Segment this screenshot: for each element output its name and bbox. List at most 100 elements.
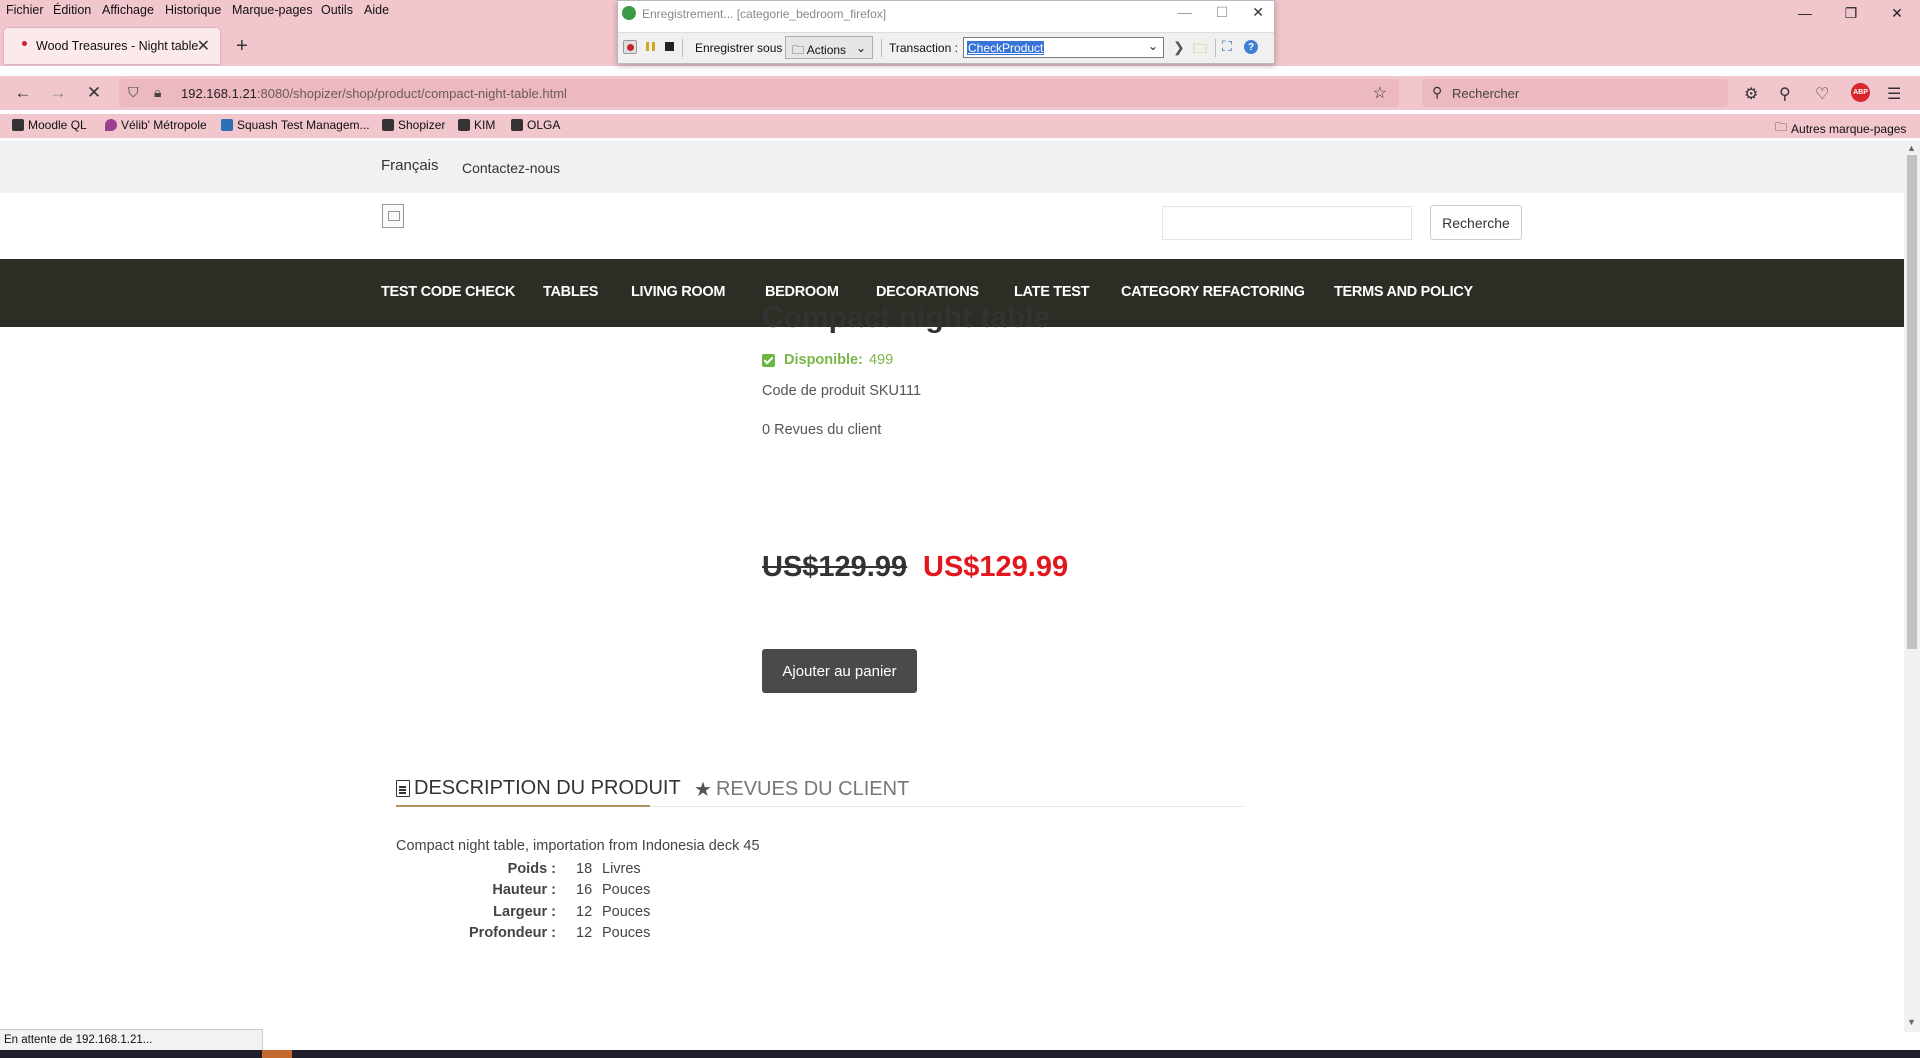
play-arrow-icon[interactable]: ❯ bbox=[1173, 39, 1185, 56]
nav-toolbar: ← → ✕ ⛉ 🔒︎ 192.168.1.21:8080/shopizer/sh… bbox=[0, 76, 1920, 110]
hamburger-menu-icon[interactable]: ☰ bbox=[1887, 84, 1901, 104]
bookmarks-toolbar: Moodle QL Vélib' Métropole Squash Test M… bbox=[0, 114, 1920, 138]
folder-page-icon bbox=[511, 119, 523, 131]
menu-file[interactable]: Fichier bbox=[6, 3, 44, 17]
chevron-down-icon[interactable]: ⌄ bbox=[1148, 39, 1158, 53]
transaction-input[interactable]: CheckProduct ⌄ bbox=[963, 37, 1164, 58]
taskbar-active-app[interactable] bbox=[262, 1050, 292, 1058]
top-strip: Français Contactez-nous bbox=[0, 141, 1904, 193]
tab-title: Wood Treasures - Night table bbox=[36, 39, 199, 53]
availability-label: Disponible: bbox=[784, 352, 863, 368]
review-count[interactable]: 0 Revues du client bbox=[762, 422, 881, 438]
url-host: 192.168.1.21 bbox=[181, 86, 257, 101]
product-sku: Code de produit SKU111 bbox=[762, 383, 922, 399]
page-scrollbar[interactable]: ▲ ▼ bbox=[1904, 141, 1920, 1032]
settings-gear-icon[interactable]: ⚙ bbox=[1744, 84, 1758, 104]
spec-label: Largeur : bbox=[493, 904, 556, 920]
spec-value: 18 bbox=[576, 861, 593, 877]
stop-recording-button[interactable] bbox=[663, 40, 677, 54]
scrollbar-thumb[interactable] bbox=[1907, 155, 1917, 649]
shop-search-button[interactable]: Recherche bbox=[1430, 205, 1522, 240]
shield-icon[interactable]: ⛉ bbox=[128, 84, 139, 101]
bookmark-moodle[interactable]: Moodle QL bbox=[12, 118, 87, 132]
contact-link[interactable]: Contactez-nous bbox=[462, 160, 560, 176]
tab-close-icon[interactable]: ✕ bbox=[197, 36, 210, 56]
nav-tables[interactable]: TABLES bbox=[543, 284, 598, 300]
spec-unit: Pouces bbox=[602, 882, 651, 898]
bookmark-kim[interactable]: KIM bbox=[458, 118, 495, 132]
bookmark-label: Vélib' Métropole bbox=[121, 118, 207, 132]
nav-category-refactoring[interactable]: CATEGORY REFACTORING bbox=[1121, 284, 1305, 300]
nav-decorations[interactable]: DECORATIONS bbox=[876, 284, 979, 300]
new-tab-button[interactable]: + bbox=[236, 35, 248, 58]
pause-icon-bar bbox=[652, 42, 655, 51]
back-arrow-icon[interactable]: ← bbox=[11, 81, 35, 105]
spec-label: Profondeur : bbox=[469, 925, 556, 941]
bookmark-star-icon[interactable]: ☆ bbox=[1373, 83, 1387, 103]
recorder-minimize-icon[interactable]: — bbox=[1178, 4, 1192, 21]
add-to-cart-button[interactable]: Ajouter au panier bbox=[762, 649, 917, 693]
recorder-close-icon[interactable]: ✕ bbox=[1252, 4, 1264, 21]
tab-description[interactable]: DESCRIPTION DU PRODUIT bbox=[396, 777, 681, 800]
browser-tab[interactable]: Wood Treasures - Night table ✕ bbox=[4, 28, 220, 64]
url-path: :8080/shopizer/shop/product/compact-nigh… bbox=[256, 86, 567, 101]
insecure-lock-icon[interactable]: 🔒︎ bbox=[154, 84, 161, 101]
broken-logo-image[interactable] bbox=[382, 204, 404, 228]
folder-page-icon bbox=[458, 119, 470, 131]
record-button[interactable] bbox=[623, 40, 637, 54]
menu-bookmarks[interactable]: Marque-pages bbox=[232, 3, 313, 17]
recorder-maximize-icon[interactable]: ☐ bbox=[1216, 4, 1229, 21]
product-description: Compact night table, importation from In… bbox=[396, 838, 760, 854]
url-bar[interactable]: ⛉ 🔒︎ 192.168.1.21:8080/shopizer/shop/pro… bbox=[119, 79, 1399, 107]
bookmark-label: Moodle QL bbox=[28, 118, 87, 132]
toolbar-divider bbox=[1215, 39, 1216, 57]
browser-search-bar[interactable]: ⚲ Rechercher bbox=[1422, 79, 1728, 107]
bookmark-label: Shopizer bbox=[398, 118, 446, 132]
pause-button[interactable] bbox=[644, 40, 658, 54]
pocket-icon[interactable]: ♡ bbox=[1815, 84, 1829, 104]
help-icon[interactable]: ? bbox=[1244, 40, 1258, 54]
nav-bedroom[interactable]: BEDROOM bbox=[765, 284, 839, 300]
stop-icon[interactable]: ✕ bbox=[82, 81, 106, 105]
scroll-down-arrow-icon[interactable]: ▼ bbox=[1907, 1017, 1916, 1027]
adblock-icon[interactable]: ABP bbox=[1851, 83, 1870, 102]
tab-description-label: DESCRIPTION DU PRODUIT bbox=[414, 777, 681, 799]
availability-quantity: 499 bbox=[868, 352, 894, 368]
os-taskbar bbox=[0, 1050, 1920, 1058]
actions-select[interactable]: 🗀 Actions ⌄ bbox=[785, 36, 873, 59]
scroll-up-arrow-icon[interactable]: ▲ bbox=[1907, 143, 1916, 153]
bookmark-squash[interactable]: Squash Test Managem... bbox=[221, 118, 370, 132]
active-tab-indicator bbox=[396, 805, 650, 807]
nav-living-room[interactable]: LIVING ROOM bbox=[631, 284, 725, 300]
availability: Disponible: 499 bbox=[762, 352, 893, 368]
tab-reviews[interactable]: ★ REVUES DU CLIENT bbox=[694, 777, 909, 802]
menu-view[interactable]: Affichage bbox=[102, 3, 154, 17]
bookmark-velib[interactable]: Vélib' Métropole bbox=[105, 118, 207, 132]
product-tabs: DESCRIPTION DU PRODUIT ★ REVUES DU CLIEN… bbox=[396, 773, 1244, 807]
other-bookmarks[interactable]: 🗀 Autres marque-pages bbox=[1775, 118, 1906, 139]
nav-late-test[interactable]: LATE TEST bbox=[1014, 284, 1089, 300]
url-text[interactable]: 192.168.1.21:8080/shopizer/shop/product/… bbox=[181, 86, 567, 101]
menu-help[interactable]: Aide bbox=[364, 3, 389, 17]
menu-edit[interactable]: Édition bbox=[53, 3, 91, 17]
bookmark-label: Autres marque-pages bbox=[1791, 121, 1907, 136]
menu-tools[interactable]: Outils bbox=[321, 3, 353, 17]
open-folder-icon[interactable]: 🗀 bbox=[1193, 38, 1207, 62]
shop-search-input[interactable] bbox=[1162, 206, 1412, 240]
toolbar-divider bbox=[881, 39, 882, 57]
toolbar-divider bbox=[682, 39, 683, 57]
stop-square-icon bbox=[665, 42, 674, 51]
language-selector[interactable]: Français bbox=[381, 157, 439, 174]
nav-test-code-check[interactable]: TEST CODE CHECK bbox=[381, 284, 515, 300]
zoom-search-icon[interactable]: ⚲ bbox=[1779, 84, 1791, 104]
spec-unit: Pouces bbox=[602, 904, 651, 920]
menu-history[interactable]: Historique bbox=[165, 3, 221, 17]
nav-terms-and-policy[interactable]: TERMS AND POLICY bbox=[1334, 284, 1473, 300]
forward-arrow-icon[interactable]: → bbox=[46, 81, 70, 105]
recorder-title: Enregistrement... [categorie_bedroom_fir… bbox=[642, 7, 887, 21]
search-placeholder: Rechercher bbox=[1452, 86, 1520, 101]
bookmark-olga[interactable]: OLGA bbox=[511, 118, 560, 132]
capture-icon[interactable]: ⛶ bbox=[1222, 38, 1232, 55]
bookmark-label: OLGA bbox=[527, 118, 561, 132]
bookmark-shopizer[interactable]: Shopizer bbox=[382, 118, 445, 132]
